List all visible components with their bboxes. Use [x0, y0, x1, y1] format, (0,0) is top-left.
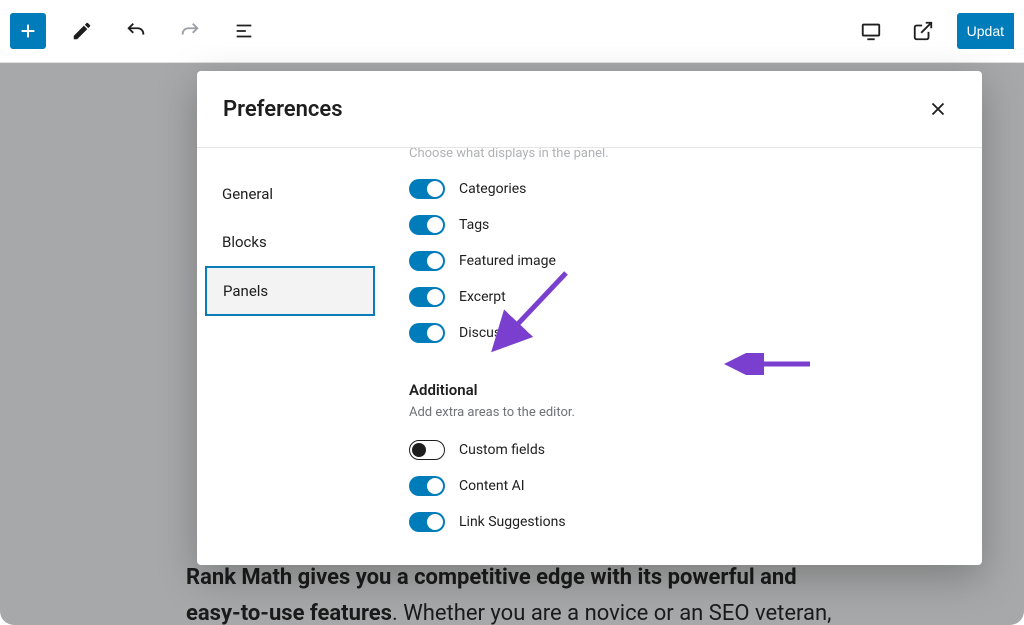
toggle-excerpt[interactable] — [409, 287, 445, 307]
row-link-suggestions: Link Suggestions — [409, 504, 958, 540]
editor-toolbar: Updat — [0, 0, 1024, 63]
label-categories: Categories — [459, 181, 526, 197]
modal-tabs: General Blocks Panels — [197, 148, 375, 565]
modal-title: Preferences — [223, 97, 343, 122]
add-block-button[interactable] — [10, 13, 46, 49]
label-tags: Tags — [459, 217, 489, 233]
toggle-featured-image[interactable] — [409, 251, 445, 271]
toolbar-left — [10, 13, 262, 49]
toolbar-right: Updat — [853, 13, 1014, 49]
label-content-ai: Content AI — [459, 478, 525, 494]
toggle-content-ai[interactable] — [409, 476, 445, 496]
section-additional-title: Additional — [409, 381, 958, 399]
modal-header: Preferences — [197, 71, 982, 148]
label-link-suggestions: Link Suggestions — [459, 514, 566, 530]
bg-text-rest: . Whether you are a novice or an SEO vet… — [392, 601, 831, 625]
external-link-icon[interactable] — [905, 13, 941, 49]
redo-icon[interactable] — [172, 13, 208, 49]
row-content-ai: Content AI — [409, 468, 958, 504]
document-outline-icon[interactable] — [226, 13, 262, 49]
toggle-link-suggestions[interactable] — [409, 512, 445, 532]
background-paragraph: Rank Math gives you a competitive edge w… — [186, 560, 904, 625]
toggle-tags[interactable] — [409, 215, 445, 235]
label-discussion: Discussion — [459, 325, 527, 341]
modal-content: Choose what displays in the panel. Categ… — [375, 148, 982, 565]
tab-general[interactable]: General — [205, 170, 375, 218]
preferences-modal: Preferences General Blocks Panels Choose… — [197, 71, 982, 565]
label-custom-fields: Custom fields — [459, 442, 545, 458]
toggle-discussion[interactable] — [409, 323, 445, 343]
toggle-categories[interactable] — [409, 179, 445, 199]
label-featured-image: Featured image — [459, 253, 556, 269]
undo-icon[interactable] — [118, 13, 154, 49]
tab-blocks[interactable]: Blocks — [205, 218, 375, 266]
row-featured-image: Featured image — [409, 243, 958, 279]
panel-hint: Choose what displays in the panel. — [409, 148, 958, 161]
update-button[interactable]: Updat — [957, 13, 1014, 49]
tab-panels[interactable]: Panels — [205, 266, 375, 316]
row-custom-fields: Custom fields — [409, 432, 958, 468]
edit-icon[interactable] — [64, 13, 100, 49]
close-button[interactable] — [920, 91, 956, 127]
modal-body: General Blocks Panels Choose what displa… — [197, 148, 982, 565]
toggle-custom-fields[interactable] — [409, 440, 445, 460]
section-additional-sub: Add extra areas to the editor. — [409, 405, 958, 420]
view-icon[interactable] — [853, 13, 889, 49]
row-categories: Categories — [409, 171, 958, 207]
bg-text-bold-1: Rank Math gives you a competitive edge w… — [186, 565, 797, 590]
bg-text-bold-2: easy-to-use features — [186, 601, 392, 625]
row-discussion: Discussion — [409, 315, 958, 351]
row-tags: Tags — [409, 207, 958, 243]
label-excerpt: Excerpt — [459, 289, 506, 305]
row-excerpt: Excerpt — [409, 279, 958, 315]
